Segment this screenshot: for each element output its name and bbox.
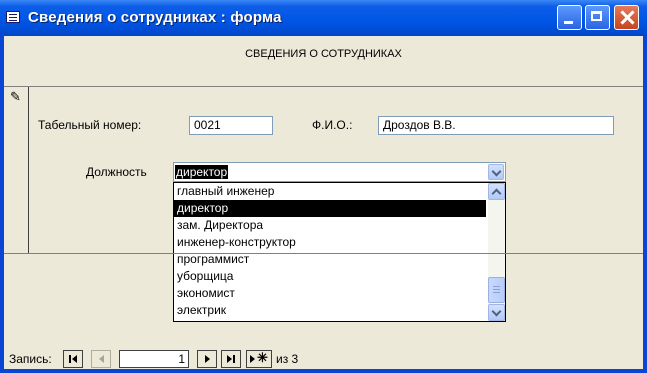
next-record-button[interactable]	[197, 350, 217, 368]
last-record-button[interactable]	[221, 350, 241, 368]
scroll-down-button[interactable]	[488, 304, 505, 321]
close-button[interactable]	[614, 5, 639, 30]
maximize-button[interactable]	[585, 5, 610, 30]
position-dropdown-list[interactable]: главный инженер директор зам. Директора …	[173, 182, 506, 322]
record-count: из 3	[276, 352, 299, 366]
dropdown-item[interactable]: инженер-конструктор	[174, 234, 486, 251]
record-selector[interactable]: ✎	[4, 87, 29, 253]
position-label: Должность	[86, 165, 147, 179]
chevron-down-icon	[491, 166, 502, 177]
title-bar[interactable]: Сведения о сотрудниках : форма	[0, 0, 647, 36]
chevron-down-icon	[491, 306, 502, 317]
form-header-title: СВЕДЕНИЯ О СОТРУДНИКАХ	[245, 48, 402, 60]
dropdown-item[interactable]: уборщица	[174, 268, 486, 285]
dropdown-item-selected[interactable]: директор	[174, 200, 486, 217]
form-window: Сведения о сотрудниках : форма СВЕДЕНИЯ …	[0, 0, 647, 373]
record-label: Запись:	[9, 352, 52, 366]
minimize-button[interactable]	[557, 5, 582, 30]
new-record-icon	[250, 355, 255, 363]
pencil-icon: ✎	[10, 89, 21, 104]
prev-record-button[interactable]	[91, 350, 111, 368]
detail-divider	[4, 253, 643, 254]
prev-record-icon	[99, 355, 104, 363]
first-record-button[interactable]	[63, 350, 83, 368]
next-record-icon	[205, 355, 210, 363]
header-divider	[4, 86, 643, 87]
fio-field[interactable]: Дроздов В.В.	[378, 116, 614, 135]
dropdown-item[interactable]: главный инженер	[174, 183, 486, 200]
position-value[interactable]: директор	[175, 165, 229, 179]
first-record-icon	[69, 355, 71, 363]
fio-label: Ф.И.О.:	[312, 118, 353, 132]
tab-number-label: Табельный номер:	[38, 118, 142, 132]
dropdown-scrollbar[interactable]	[488, 183, 505, 321]
dropdown-item[interactable]: зам. Директора	[174, 217, 486, 234]
combo-dropdown-button[interactable]	[488, 164, 504, 180]
record-navigation-bar: Запись: 1 ✳ из 3	[4, 349, 643, 369]
form-body: СВЕДЕНИЯ О СОТРУДНИКАХ ✎ Табельный номер…	[4, 36, 643, 369]
dropdown-item[interactable]: экономист	[174, 285, 486, 302]
tab-number-field[interactable]: 0021	[189, 116, 273, 135]
window-title: Сведения о сотрудниках : форма	[28, 9, 282, 26]
new-record-button[interactable]: ✳	[246, 350, 272, 368]
dropdown-item[interactable]: электрик	[174, 302, 486, 319]
scroll-thumb[interactable]	[488, 277, 505, 303]
position-combobox[interactable]: директор	[173, 162, 506, 182]
form-icon[interactable]	[6, 11, 20, 23]
scroll-up-button[interactable]	[488, 183, 505, 200]
chevron-up-icon	[491, 188, 502, 199]
current-record-field[interactable]: 1	[119, 350, 189, 368]
last-record-icon	[227, 355, 232, 363]
